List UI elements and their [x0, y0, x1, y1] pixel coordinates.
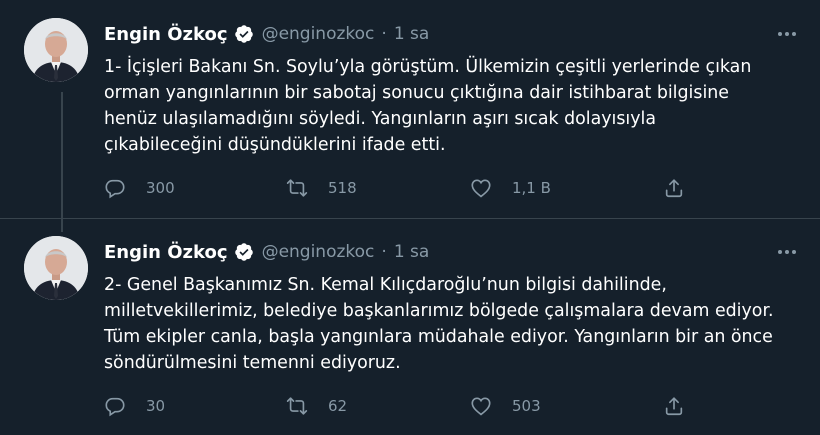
author-name[interactable]: Engin Özkoç: [104, 242, 228, 263]
reply-count: 300: [146, 179, 175, 197]
reply-button[interactable]: 30: [104, 390, 165, 422]
avatar[interactable]: [24, 18, 88, 82]
tweet-thread: Engin Özkoç @enginozkoc · 1 sa 1- İçişle…: [0, 0, 820, 435]
verified-badge-icon: [234, 24, 254, 44]
like-count: 1,1 B: [512, 179, 551, 197]
tweet-header: Engin Özkoç @enginozkoc · 1 sa: [104, 238, 429, 266]
reply-icon: [105, 397, 125, 417]
retweet-icon: [286, 179, 308, 197]
tweet-actions: 300 518 1,1 B: [100, 172, 700, 204]
more-options-icon[interactable]: [772, 240, 802, 264]
tweet-timestamp[interactable]: 1 sa: [394, 24, 430, 44]
tweet-header: Engin Özkoç @enginozkoc · 1 sa: [104, 20, 429, 48]
tweet[interactable]: Engin Özkoç @enginozkoc · 1 sa 1- İçişle…: [0, 0, 820, 218]
author-name[interactable]: Engin Özkoç: [104, 24, 228, 45]
share-button[interactable]: [663, 390, 685, 422]
tweet-actions: 30 62 503: [100, 390, 700, 422]
like-icon: [471, 179, 491, 198]
reply-count: 30: [146, 397, 166, 415]
verified-badge-icon: [234, 242, 254, 262]
retweet-icon: [286, 397, 308, 415]
like-button[interactable]: 503: [470, 390, 541, 422]
more-options-icon[interactable]: [772, 22, 802, 46]
like-button[interactable]: 1,1 B: [470, 172, 551, 204]
share-icon: [665, 179, 683, 198]
tweet-text: 1- İçişleri Bakanı Sn. Soylu’yla görüştü…: [104, 57, 752, 155]
author-handle[interactable]: @enginozkoc: [262, 24, 375, 44]
retweet-count: 62: [328, 397, 348, 415]
retweet-button[interactable]: 62: [286, 390, 347, 422]
reply-button[interactable]: 300: [104, 172, 175, 204]
like-count: 503: [512, 397, 541, 415]
tweet-text: 2- Genel Başkanımız Sn. Kemal Kılıçdaroğ…: [104, 275, 774, 373]
tweet[interactable]: Engin Özkoç @enginozkoc · 1 sa 2- Genel …: [0, 218, 820, 435]
author-handle[interactable]: @enginozkoc: [262, 242, 375, 262]
tweet-timestamp[interactable]: 1 sa: [394, 242, 430, 262]
header-separator: ·: [381, 242, 387, 262]
reply-icon: [105, 179, 125, 199]
avatar[interactable]: [24, 236, 88, 300]
retweet-button[interactable]: 518: [286, 172, 357, 204]
header-separator: ·: [381, 24, 387, 44]
share-button[interactable]: [663, 172, 685, 204]
share-icon: [665, 397, 683, 416]
like-icon: [471, 397, 491, 416]
retweet-count: 518: [328, 179, 357, 197]
